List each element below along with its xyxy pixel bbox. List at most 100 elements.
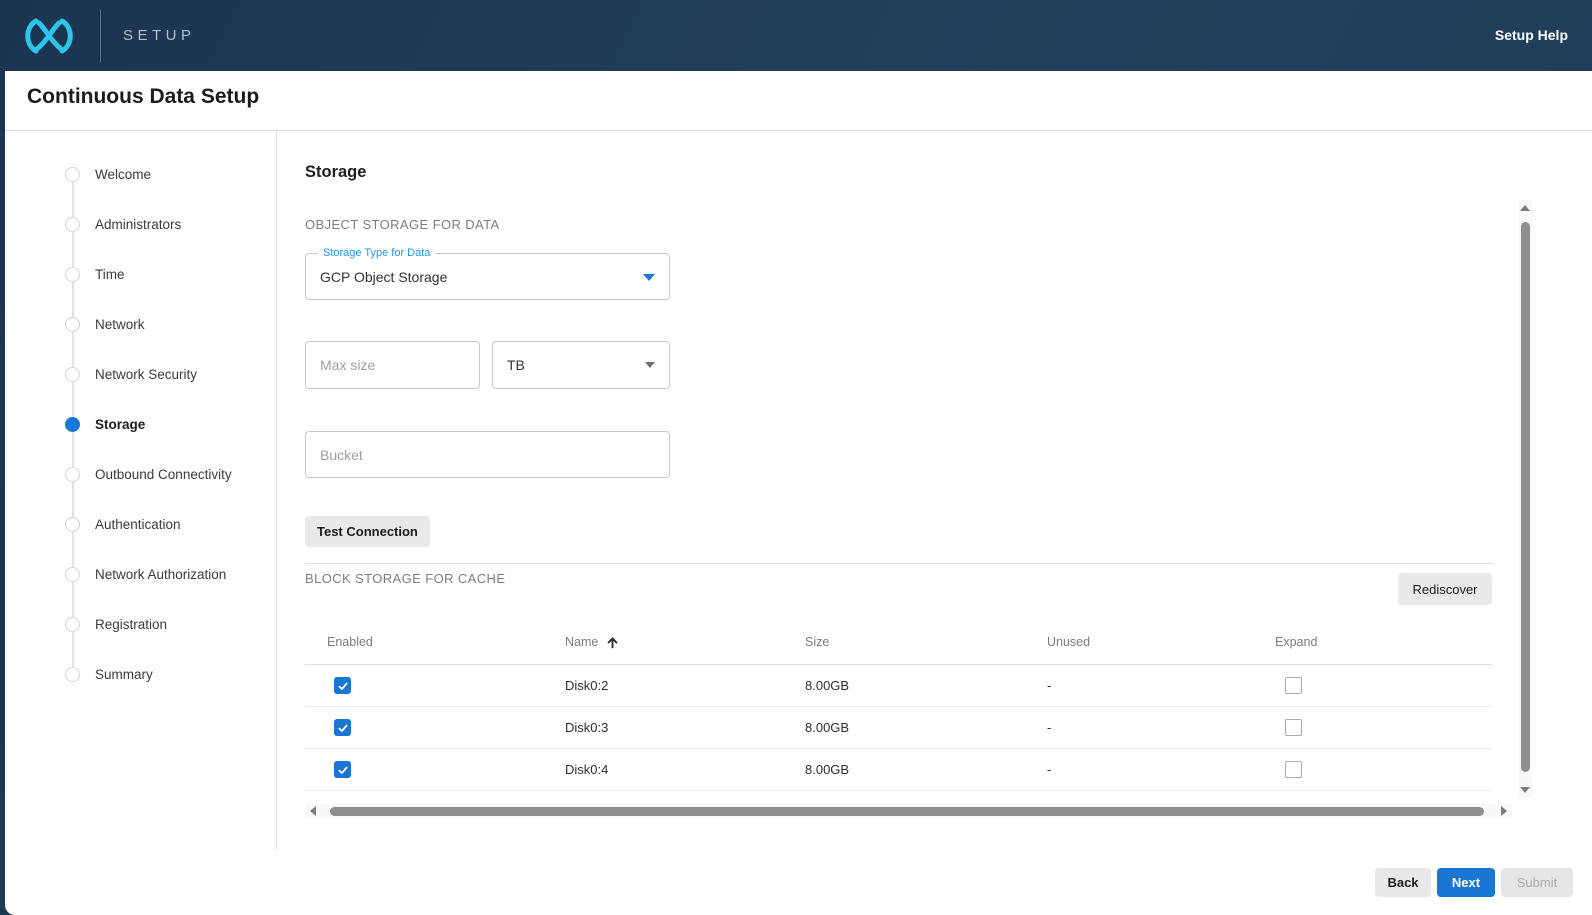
disk-name: Disk0:3 — [565, 720, 805, 735]
disk-size: 8.00GB — [805, 678, 1047, 693]
sidebar-step-outbound-connectivity[interactable]: Outbound Connectivity — [65, 449, 270, 499]
back-button[interactable]: Back — [1375, 868, 1431, 897]
step-dot-icon — [65, 667, 80, 682]
brand-divider — [100, 10, 101, 62]
section-divider — [305, 563, 1492, 564]
object-storage-section-title: OBJECT STORAGE FOR DATA — [305, 217, 500, 232]
disk-row-disk0:2: Disk0:28.00GB- — [305, 665, 1492, 707]
enabled-checkbox[interactable] — [334, 719, 351, 736]
column-label: Name — [565, 635, 598, 649]
disk-size: 8.00GB — [805, 720, 1047, 735]
sidebar-step-registration[interactable]: Registration — [65, 599, 270, 649]
disk-size: 8.00GB — [805, 762, 1047, 777]
submit-button[interactable]: Submit — [1501, 868, 1573, 897]
disk-table-body: Disk0:28.00GB-Disk0:38.00GB-Disk0:48.00G… — [305, 665, 1492, 791]
step-label: Outbound Connectivity — [95, 467, 232, 482]
scroll-up-arrow-icon[interactable] — [1520, 205, 1530, 211]
sidebar-step-network[interactable]: Network — [65, 299, 270, 349]
unit-value: TB — [507, 357, 525, 373]
check-icon — [337, 764, 349, 776]
sidebar-step-storage[interactable]: Storage — [65, 399, 270, 449]
expand-checkbox[interactable] — [1285, 719, 1302, 736]
test-connection-button[interactable]: Test Connection — [305, 516, 430, 547]
column-label: Enabled — [327, 635, 373, 649]
vertical-scrollbar-thumb[interactable] — [1521, 222, 1530, 772]
storage-type-value: GCP Object Storage — [320, 269, 447, 285]
expand-checkbox[interactable] — [1285, 761, 1302, 778]
brand: SETUP — [0, 0, 196, 71]
rediscover-button[interactable]: Rediscover — [1398, 573, 1492, 605]
vertical-scrollbar[interactable] — [1518, 200, 1532, 798]
scroll-right-arrow-icon[interactable] — [1501, 806, 1507, 816]
step-dot-icon — [65, 267, 80, 282]
step-label: Network Security — [95, 367, 197, 382]
disk-name: Disk0:2 — [565, 678, 805, 693]
step-label: Summary — [95, 667, 153, 682]
active-step-dot-icon — [65, 417, 80, 432]
chevron-down-icon — [643, 274, 655, 281]
bucket-input[interactable] — [305, 431, 670, 478]
app-header: SETUP Setup Help — [0, 0, 1592, 71]
step-label: Network Authorization — [95, 567, 226, 582]
column-header-size: Size — [805, 635, 1047, 649]
sidebar-step-authentication[interactable]: Authentication — [65, 499, 270, 549]
column-label: Size — [805, 635, 829, 649]
disk-unused: - — [1047, 762, 1275, 777]
sidebar-step-network-authorization[interactable]: Network Authorization — [65, 549, 270, 599]
step-dot-icon — [65, 567, 80, 582]
disk-unused: - — [1047, 720, 1275, 735]
storage-type-select[interactable]: Storage Type for Data GCP Object Storage — [305, 253, 670, 300]
step-label: Storage — [95, 417, 145, 432]
step-dot-icon — [65, 167, 80, 182]
sidebar-step-time[interactable]: Time — [65, 249, 270, 299]
horizontal-scrollbar-thumb[interactable] — [330, 807, 1484, 816]
check-icon — [337, 680, 349, 692]
expand-checkbox[interactable] — [1285, 677, 1302, 694]
enabled-checkbox[interactable] — [334, 761, 351, 778]
scroll-left-arrow-icon[interactable] — [310, 806, 316, 816]
title-divider — [5, 130, 1592, 131]
column-header-name[interactable]: Name — [565, 635, 805, 649]
sidebar-divider — [276, 130, 277, 850]
delphix-logo-icon — [20, 15, 78, 57]
disk-unused: - — [1047, 678, 1275, 693]
disk-row-disk0:4: Disk0:48.00GB- — [305, 749, 1492, 791]
step-label: Welcome — [95, 167, 151, 182]
sort-ascending-icon — [606, 636, 619, 649]
sidebar-step-summary[interactable]: Summary — [65, 649, 270, 699]
disk-row-disk0:3: Disk0:38.00GB- — [305, 707, 1492, 749]
step-dot-icon — [65, 317, 80, 332]
max-size-input[interactable] — [305, 341, 480, 389]
column-label: Unused — [1047, 635, 1090, 649]
step-dot-icon — [65, 467, 80, 482]
step-dot-icon — [65, 217, 80, 232]
step-label: Network — [95, 317, 145, 332]
column-header-enabled: Enabled — [327, 635, 565, 649]
disk-table: EnabledNameSizeUnusedExpand Disk0:28.00G… — [305, 620, 1492, 791]
column-label: Expand — [1275, 635, 1317, 649]
step-label: Administrators — [95, 217, 181, 232]
sidebar-step-welcome[interactable]: Welcome — [65, 149, 270, 199]
step-dot-icon — [65, 617, 80, 632]
product-name: SETUP — [123, 27, 196, 44]
section-heading: Storage — [305, 163, 366, 182]
horizontal-scrollbar[interactable] — [305, 804, 1512, 818]
storage-type-label: Storage Type for Data — [318, 246, 435, 261]
column-header-expand: Expand — [1275, 635, 1492, 649]
disk-table-header: Enabled Name Size Unused Expand — [305, 620, 1492, 665]
stepper: Welcome Administrators Time Network Network … — [65, 149, 270, 699]
setup-help-link[interactable]: Setup Help — [1495, 27, 1568, 43]
enabled-checkbox[interactable] — [334, 677, 351, 694]
content-card: Continuous Data Setup Welcome Administrat… — [5, 71, 1592, 915]
unit-select[interactable]: TB — [492, 341, 670, 389]
sidebar-step-network-security[interactable]: Network Security — [65, 349, 270, 399]
step-label: Authentication — [95, 517, 181, 532]
sidebar-step-administrators[interactable]: Administrators — [65, 199, 270, 249]
step-dot-icon — [65, 517, 80, 532]
next-button[interactable]: Next — [1437, 868, 1495, 897]
scroll-down-arrow-icon[interactable] — [1520, 787, 1530, 793]
step-label: Registration — [95, 617, 167, 632]
block-storage-section-title: BLOCK STORAGE FOR CACHE — [305, 571, 505, 586]
disk-name: Disk0:4 — [565, 762, 805, 777]
page-title: Continuous Data Setup — [27, 85, 259, 109]
